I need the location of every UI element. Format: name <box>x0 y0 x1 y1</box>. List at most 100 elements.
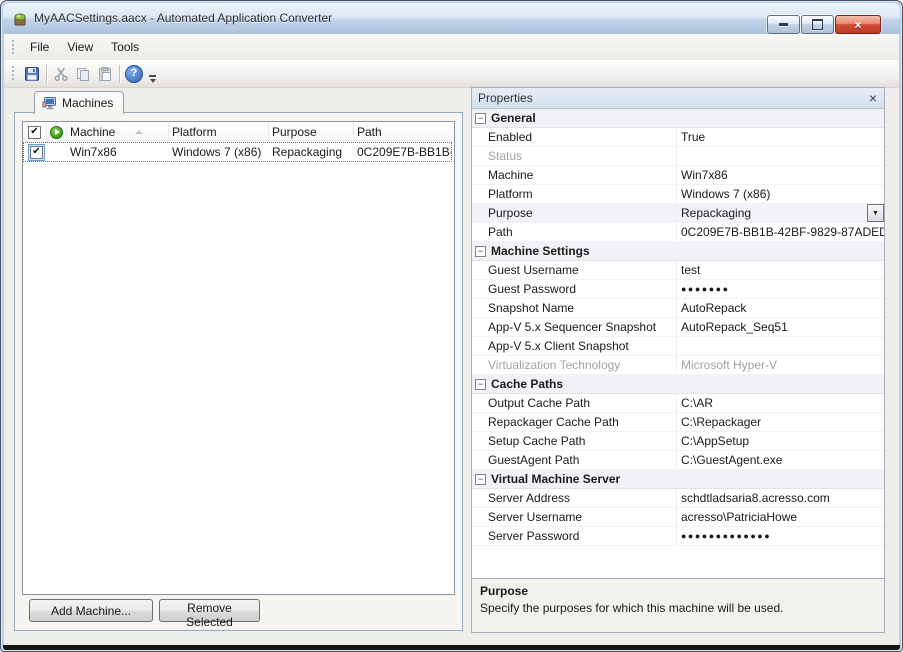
property-value[interactable]: test <box>676 261 884 279</box>
close-icon[interactable]: × <box>869 90 877 107</box>
property-row-guest-password[interactable]: Guest Password ●●●●●●● <box>472 280 884 299</box>
property-label: Purpose <box>472 204 676 222</box>
property-row-repackager-cache-path[interactable]: Repackager Cache Path C:\Repackager <box>472 413 884 432</box>
property-value[interactable]: acresso\PatriciaHowe <box>676 508 884 526</box>
minimize-button[interactable] <box>767 15 800 34</box>
property-value[interactable]: AutoRepack <box>676 299 884 317</box>
property-label: Setup Cache Path <box>472 432 676 450</box>
property-value[interactable]: schdtladsaria8.acresso.com <box>676 489 884 507</box>
category-row-general[interactable]: − General <box>472 109 884 128</box>
property-row-purpose[interactable]: Purpose Repackaging ▼ <box>472 204 884 223</box>
copy-icon <box>75 66 91 82</box>
category-title: Machine Settings <box>491 244 590 258</box>
property-value[interactable]: C:\AppSetup <box>676 432 884 450</box>
row-purpose: Repackaging <box>269 142 354 162</box>
collapse-icon[interactable]: − <box>475 246 486 257</box>
save-button[interactable] <box>21 63 43 85</box>
select-all-header[interactable]: ✔ <box>23 122 47 142</box>
properties-header: Properties × <box>472 88 884 109</box>
minimize-icon <box>779 23 788 26</box>
select-all-checkbox[interactable]: ✔ <box>28 126 41 139</box>
category-row-machine-settings[interactable]: − Machine Settings <box>472 242 884 261</box>
property-value[interactable]: Win7x86 <box>676 166 884 184</box>
status-play-icon <box>50 126 63 139</box>
property-label: Server Username <box>472 508 676 526</box>
property-row-virtualization-technology[interactable]: Virtualization Technology Microsoft Hype… <box>472 356 884 375</box>
property-row-guest-username[interactable]: Guest Username test <box>472 261 884 280</box>
help-button[interactable]: ? <box>123 63 145 85</box>
window-title: MyAACSettings.aacx - Automated Applicati… <box>34 11 332 25</box>
remove-selected-button[interactable]: Remove Selected <box>159 599 260 622</box>
property-label: Repackager Cache Path <box>472 413 676 431</box>
toolbar-separator <box>46 65 47 83</box>
column-header-platform[interactable]: Platform <box>169 122 269 142</box>
property-value[interactable]: C:\AR <box>676 394 884 412</box>
property-value[interactable]: C:\GuestAgent.exe <box>676 451 884 469</box>
category-row-virtual-machine-server[interactable]: − Virtual Machine Server <box>472 470 884 489</box>
properties-title: Properties <box>478 91 533 105</box>
menu-view[interactable]: View <box>58 37 102 57</box>
category-row-cache-paths[interactable]: − Cache Paths <box>472 375 884 394</box>
property-row-server-password[interactable]: Server Password ●●●●●●●●●●●●● <box>472 527 884 546</box>
menu-bar: File View Tools <box>4 34 899 60</box>
property-row-output-cache-path[interactable]: Output Cache Path C:\AR <box>472 394 884 413</box>
property-value[interactable]: ●●●●●●●●●●●●● <box>676 527 884 545</box>
property-row-appv-sequencer-snapshot[interactable]: App-V 5.x Sequencer Snapshot AutoRepack_… <box>472 318 884 337</box>
column-header-path[interactable]: Path <box>354 122 452 142</box>
column-header-purpose[interactable]: Purpose <box>269 122 354 142</box>
add-machine-button[interactable]: Add Machine... <box>29 599 153 622</box>
row-checkbox[interactable]: ✔ <box>30 146 43 159</box>
property-value[interactable]: Repackaging ▼ <box>676 204 884 222</box>
property-label: App-V 5.x Sequencer Snapshot <box>472 318 676 336</box>
copy-button[interactable] <box>72 63 94 85</box>
property-label: Enabled <box>472 128 676 146</box>
maximize-button[interactable] <box>801 15 834 34</box>
status-column-header[interactable] <box>47 122 67 142</box>
property-row-snapshot-name[interactable]: Snapshot Name AutoRepack <box>472 299 884 318</box>
property-value[interactable]: ●●●●●●● <box>676 280 884 298</box>
toolbar-separator <box>119 65 120 83</box>
dropdown-button[interactable]: ▼ <box>867 204 884 222</box>
property-row-path[interactable]: Path 0C209E7B-BB1B-42BF-9829-87ADED2E8 <box>472 223 884 242</box>
menu-tools[interactable]: Tools <box>102 37 148 57</box>
property-row-setup-cache-path[interactable]: Setup Cache Path C:\AppSetup <box>472 432 884 451</box>
collapse-icon[interactable]: − <box>475 113 486 124</box>
property-value[interactable]: Windows 7 (x86) <box>676 185 884 203</box>
property-value: Microsoft Hyper-V <box>676 356 884 374</box>
property-value[interactable] <box>676 337 884 355</box>
property-label: Platform <box>472 185 676 203</box>
property-value[interactable]: 0C209E7B-BB1B-42BF-9829-87ADED2E8 <box>676 223 884 241</box>
property-label: Server Address <box>472 489 676 507</box>
property-row-guestagent-path[interactable]: GuestAgent Path C:\GuestAgent.exe <box>472 451 884 470</box>
machine-row[interactable]: ✔ Win7x86 Windows 7 (x86) Repackaging 0C… <box>23 142 452 162</box>
property-value-text: Repackaging <box>681 206 751 220</box>
column-label: Machine <box>70 125 115 139</box>
menu-file[interactable]: File <box>21 37 58 57</box>
property-row-machine[interactable]: Machine Win7x86 <box>472 166 884 185</box>
property-value[interactable]: AutoRepack_Seq51 <box>676 318 884 336</box>
collapse-icon[interactable]: − <box>475 474 486 485</box>
close-button[interactable]: × <box>835 15 881 34</box>
machine-list[interactable] <box>22 121 455 595</box>
close-icon: × <box>854 19 861 31</box>
property-row-enabled[interactable]: Enabled True <box>472 128 884 147</box>
property-label: Guest Username <box>472 261 676 279</box>
property-row-status[interactable]: Status <box>472 147 884 166</box>
property-row-platform[interactable]: Platform Windows 7 (x86) <box>472 185 884 204</box>
column-header-machine[interactable]: Machine <box>67 122 169 142</box>
toolbar-overflow-button[interactable] <box>149 61 156 87</box>
property-row-appv-client-snapshot[interactable]: App-V 5.x Client Snapshot <box>472 337 884 356</box>
row-path: 0C209E7B-BB1B-... <box>354 142 452 162</box>
property-row-server-username[interactable]: Server Username acresso\PatriciaHowe <box>472 508 884 527</box>
collapse-icon[interactable]: − <box>475 379 486 390</box>
monitor-icon <box>42 96 57 110</box>
row-checkbox-focus: ✔ <box>28 144 45 161</box>
property-value[interactable]: C:\Repackager <box>676 413 884 431</box>
tab-machines[interactable]: Machines <box>34 91 124 114</box>
property-row-server-address[interactable]: Server Address schdtladsaria8.acresso.co… <box>472 489 884 508</box>
column-label: Platform <box>172 125 217 139</box>
paste-button[interactable] <box>94 63 116 85</box>
cut-button[interactable] <box>50 63 72 85</box>
title-bar[interactable]: MyAACSettings.aacx - Automated Applicati… <box>3 3 900 34</box>
property-value[interactable]: True <box>676 128 884 146</box>
